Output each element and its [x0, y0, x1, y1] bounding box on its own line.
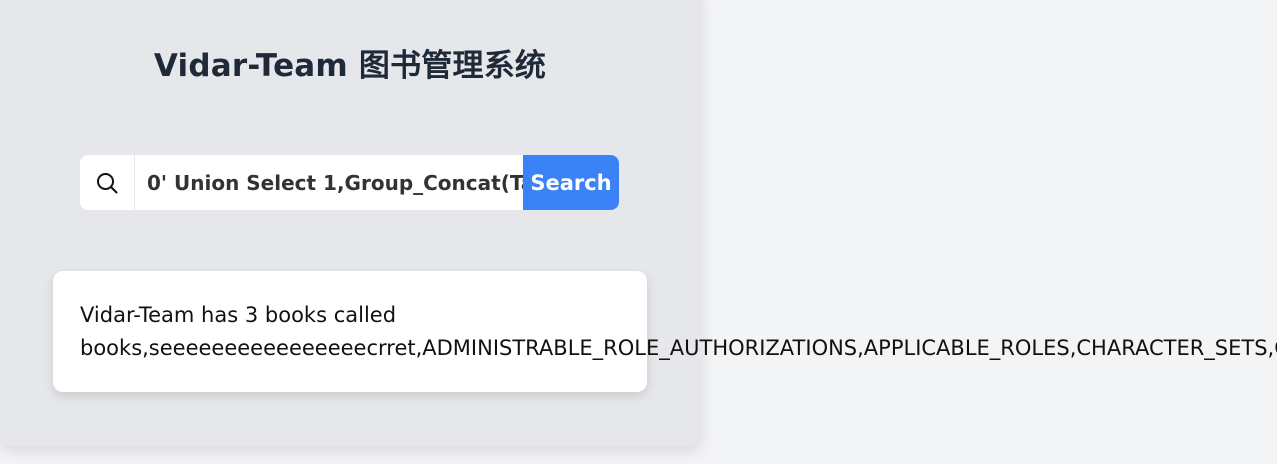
- result-line-1: Vidar-Team has 3 books called: [80, 303, 397, 327]
- search-button[interactable]: Search: [523, 155, 619, 210]
- result-line-2: books,seeeeeeeeeeeeeeeecrret,ADMINISTRAB…: [80, 336, 1277, 360]
- search-icon: [80, 155, 135, 210]
- search-bar: Search: [80, 155, 619, 210]
- main-panel: Vidar-Team 图书管理系统 Search Vidar-Team has …: [0, 0, 1277, 446]
- search-input[interactable]: [135, 155, 523, 210]
- result-card: Vidar-Team has 3 books called books,seee…: [53, 271, 1277, 392]
- page-title: Vidar-Team 图书管理系统: [153, 48, 547, 84]
